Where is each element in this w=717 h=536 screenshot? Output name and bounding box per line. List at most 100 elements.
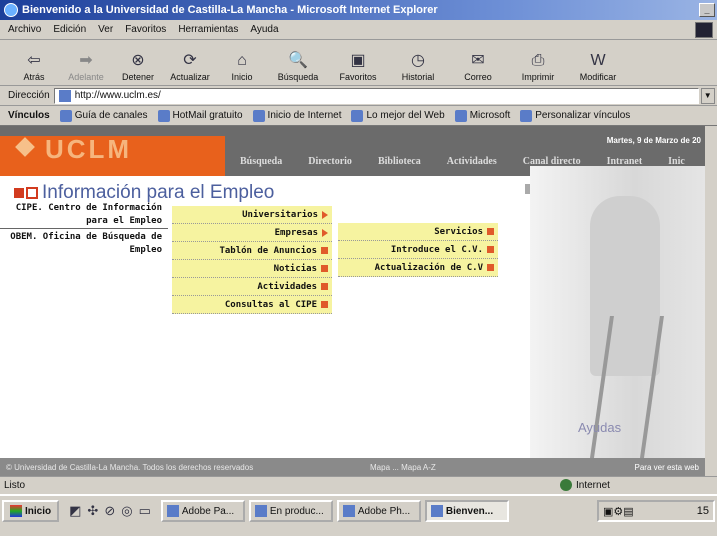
submenu-arrow-icon	[322, 210, 328, 219]
menu-item-actualizacion-cv[interactable]: Actualización de C.V	[338, 259, 498, 277]
menu-archivo[interactable]: Archivo	[8, 24, 41, 35]
mail-icon: ✉	[471, 52, 485, 69]
search-button[interactable]: 🔍 Búsqueda	[268, 43, 328, 85]
page-icon	[58, 89, 71, 102]
sidebar-item-cipe[interactable]: CIPE. Centro de Información para el Empl…	[0, 202, 168, 229]
vertical-scrollbar[interactable]	[705, 126, 717, 476]
stop-icon: ⊗	[131, 52, 145, 69]
menu-item-servicios[interactable]: Servicios	[338, 223, 498, 241]
status-text: Listo	[4, 480, 26, 491]
links-label: Vínculos	[8, 110, 50, 121]
link-personalizar[interactable]: Personalizar vínculos	[520, 109, 630, 122]
clock: 15	[696, 505, 709, 517]
footer-map-links[interactable]: Mapa ... Mapa A-Z	[370, 463, 436, 472]
print-button[interactable]: ⎙ Imprimir	[508, 43, 568, 85]
favorites-icon: ▣	[350, 52, 366, 69]
start-button[interactable]: Inicio	[2, 500, 60, 522]
footer-copyright: © Universidad de Castilla-La Mancha. Tod…	[6, 462, 254, 472]
title-grid-icon	[26, 187, 38, 199]
stop-button[interactable]: ⊗ Detener	[112, 43, 164, 85]
address-input[interactable]: http://www.uclm.es/	[53, 87, 699, 104]
print-icon: ⎙	[531, 52, 545, 69]
window-minimize-button[interactable]: _	[699, 3, 715, 17]
flyout-menu-cipe: Universitarios Empresas Tablón de Anunci…	[172, 206, 332, 314]
nav-directorio[interactable]: Directorio	[308, 156, 352, 167]
menu-item-actividades[interactable]: Actividades	[172, 278, 332, 296]
menu-ayuda[interactable]: Ayuda	[250, 24, 278, 35]
link-lo-mejor[interactable]: Lo mejor del Web	[351, 109, 445, 122]
mail-button[interactable]: ✉ Correo	[448, 43, 508, 85]
home-button[interactable]: ⌂ Inicio	[216, 43, 268, 85]
bullet-icon	[487, 228, 494, 235]
outlook-icon[interactable]: ⊘	[104, 503, 115, 519]
forward-arrow-icon: ➡	[79, 52, 93, 69]
task-en-produccion[interactable]: En produc...	[248, 500, 333, 522]
desktop-icon[interactable]: ◩	[69, 503, 81, 519]
edit-icon: W	[590, 52, 606, 69]
link-hotmail[interactable]: HotMail gratuito	[157, 109, 243, 122]
task-bienvenido[interactable]: Bienven...	[424, 500, 509, 522]
history-button[interactable]: ◷ Historial	[388, 43, 448, 85]
app-icon	[342, 505, 355, 517]
refresh-icon: ⟳	[183, 52, 197, 69]
menu-herramientas[interactable]: Herramientas	[178, 24, 238, 35]
tray-icons[interactable]: ▣⚙▤	[603, 505, 634, 518]
system-tray: ▣⚙▤ 15	[597, 500, 715, 522]
back-button[interactable]: ⇦ Atrás	[8, 43, 60, 85]
link-inicio-internet[interactable]: Inicio de Internet	[252, 109, 341, 122]
address-bar: Dirección http://www.uclm.es/ ▼	[0, 86, 717, 106]
link-page-icon	[157, 109, 170, 122]
menu-ver[interactable]: Ver	[98, 24, 113, 35]
nav-busqueda[interactable]: Búsqueda	[240, 156, 282, 167]
menu-item-consultas[interactable]: Consultas al CIPE	[172, 296, 332, 314]
task-adobe-pagemaker[interactable]: Adobe Pa...	[160, 500, 245, 522]
quick-launch: ◩ ✣ ⊘ ◎ ▭	[63, 500, 157, 522]
forward-button[interactable]: ➡ Adelante	[60, 43, 112, 85]
windows-logo-icon	[10, 505, 22, 517]
favorites-button[interactable]: ▣ Favoritos	[328, 43, 388, 85]
folder-icon[interactable]: ▭	[139, 503, 151, 519]
link-page-icon	[351, 109, 364, 122]
nav-actividades[interactable]: Actividades	[447, 156, 497, 167]
submenu-arrow-icon	[322, 228, 328, 237]
standard-toolbar: ⇦ Atrás ➡ Adelante ⊗ Detener ⟳ Actualizar ⌂ I…	[0, 40, 717, 86]
sidebar-item-obem[interactable]: OBEM. Oficina de Búsqueda de Empleo	[0, 231, 168, 257]
app-icon	[166, 505, 179, 517]
person-climbing-figure	[590, 196, 660, 376]
search-icon: 🔍	[288, 52, 308, 69]
address-dropdown-button[interactable]: ▼	[700, 87, 715, 104]
link-guia-canales[interactable]: Guía de canales	[59, 109, 148, 122]
bullet-icon	[487, 264, 494, 271]
menu-item-introduce-cv[interactable]: Introduce el C.V.	[338, 241, 498, 259]
link-page-icon	[520, 109, 533, 122]
menu-item-universitarios[interactable]: Universitarios	[172, 206, 332, 224]
window-titlebar[interactable]: Bienvenido a la Universidad de Castilla-…	[0, 0, 717, 20]
internet-explorer-icon	[4, 3, 18, 17]
ie-quicklaunch-icon[interactable]: ◎	[121, 503, 132, 519]
links-bar: Vínculos Guía de canales HotMail gratuit…	[0, 106, 717, 126]
hero-image: Ayudas	[530, 166, 705, 476]
window-title: Bienvenido a la Universidad de Castilla-…	[22, 4, 438, 16]
site-logo[interactable]: UCLM	[45, 134, 132, 165]
menu-item-noticias[interactable]: Noticias	[172, 260, 332, 278]
history-icon: ◷	[411, 52, 425, 69]
edit-button[interactable]: W Modificar	[568, 43, 628, 85]
menu-favoritos[interactable]: Favoritos	[125, 24, 166, 35]
site-footer: © Universidad de Castilla-La Mancha. Tod…	[0, 458, 705, 476]
windows-taskbar: Inicio ◩ ✣ ⊘ ◎ ▭ Adobe Pa... En produc..…	[0, 494, 717, 536]
link-microsoft[interactable]: Microsoft	[454, 109, 510, 122]
task-adobe-photoshop[interactable]: Adobe Ph...	[336, 500, 421, 522]
refresh-button[interactable]: ⟳ Actualizar	[164, 43, 216, 85]
link-page-icon	[252, 109, 265, 122]
menu-edicion[interactable]: Edición	[53, 24, 86, 35]
back-arrow-icon: ⇦	[27, 52, 41, 69]
nav-biblioteca[interactable]: Biblioteca	[378, 156, 421, 167]
ayudas-link[interactable]: Ayudas	[578, 420, 621, 435]
menu-item-empresas[interactable]: Empresas	[172, 224, 332, 242]
menu-item-tablon[interactable]: Tablón de Anuncios	[172, 242, 332, 260]
status-bar: Listo Internet	[0, 476, 717, 494]
footer-right-text: Para ver esta web	[634, 462, 699, 472]
channel-icon[interactable]: ✣	[87, 503, 98, 519]
folder-icon	[254, 505, 267, 517]
bullet-icon	[321, 301, 328, 308]
